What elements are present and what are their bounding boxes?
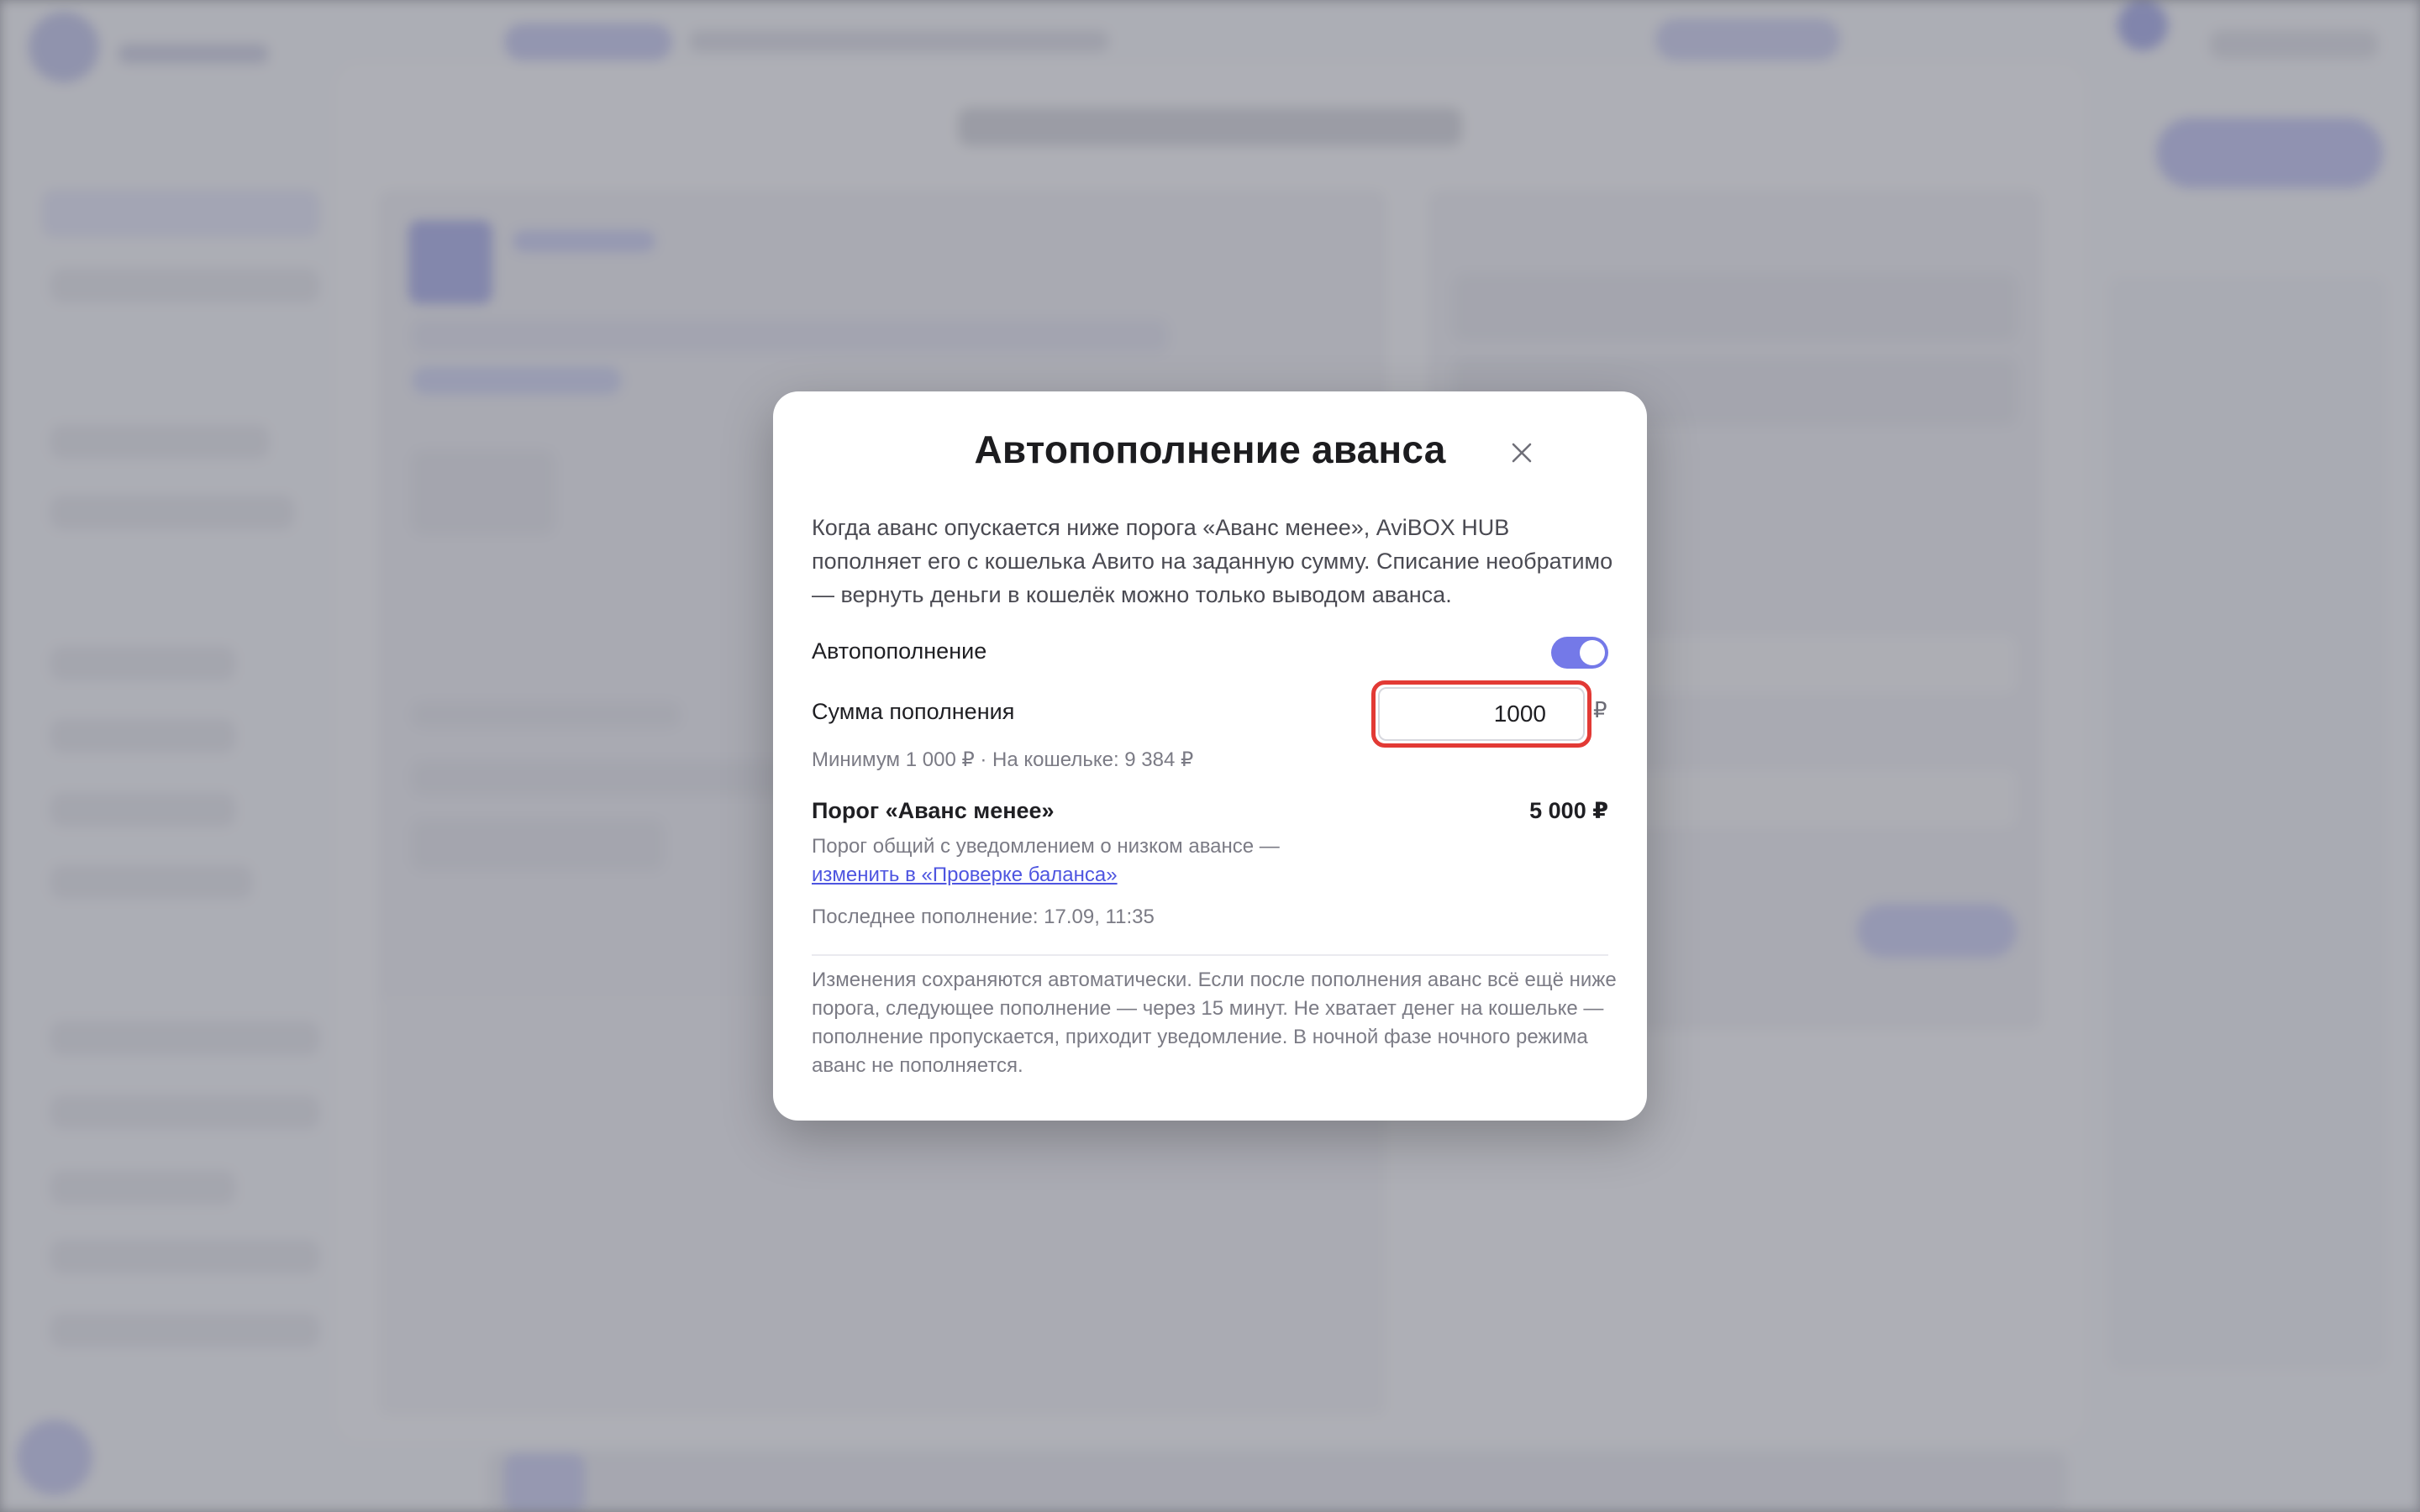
autotopup-label: Автопополнение bbox=[812, 638, 987, 664]
currency-symbol: ₽ bbox=[1593, 697, 1607, 722]
close-button[interactable] bbox=[1497, 428, 1546, 477]
footer-note: Изменения сохраняются автоматически. Есл… bbox=[812, 969, 1617, 1077]
threshold-hint: Порог общий с уведомлением о низком аван… bbox=[812, 835, 1280, 858]
autotopup-dialog: Автопополнение аванса Когда аванс опуска… bbox=[773, 391, 1647, 1121]
threshold-value: 5 000 ₽ bbox=[1529, 798, 1608, 823]
close-icon bbox=[1512, 443, 1532, 463]
amount-hint: Минимум 1 000 ₽ · На кошельке: 9 384 ₽ bbox=[812, 748, 1194, 771]
last-topup-text: Последнее пополнение: 17.09, 11:35 bbox=[812, 906, 1155, 928]
autotopup-toggle[interactable] bbox=[1551, 637, 1608, 669]
balance-check-link[interactable]: изменить в «Проверке баланса» bbox=[812, 864, 1118, 887]
amount-label: Сумма пополнения bbox=[812, 699, 1015, 724]
amount-input[interactable] bbox=[1378, 687, 1585, 741]
dialog-description: Когда аванс опускается ниже порога «Аван… bbox=[812, 515, 1613, 607]
threshold-label: Порог «Аванс менее» bbox=[812, 798, 1055, 823]
toggle-knob bbox=[1580, 640, 1605, 665]
divider bbox=[812, 954, 1608, 956]
